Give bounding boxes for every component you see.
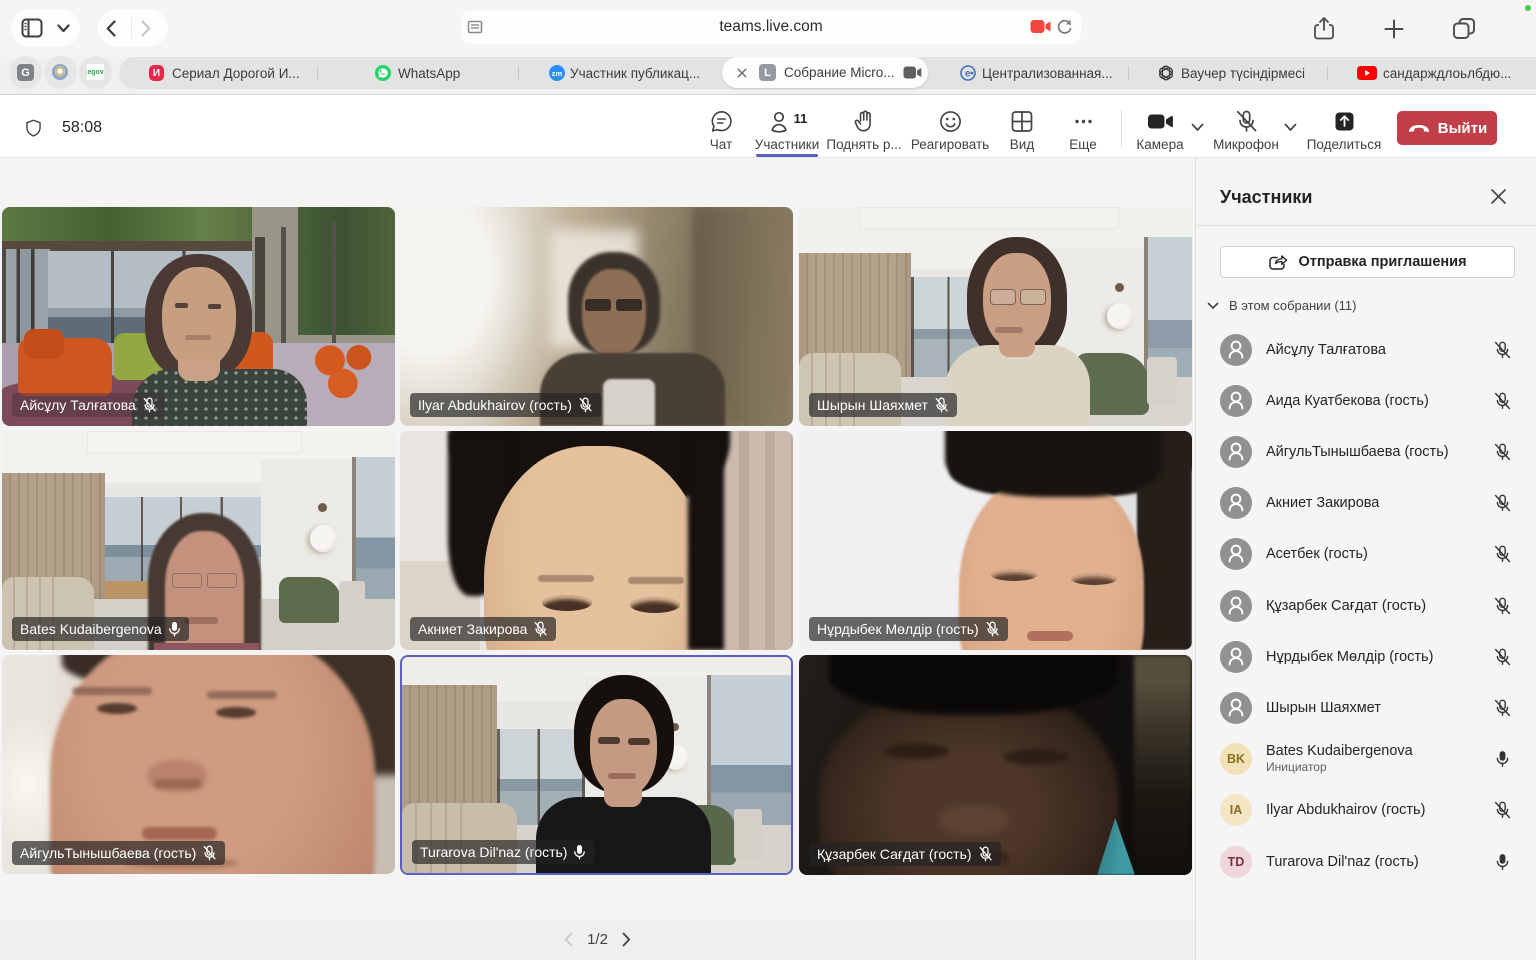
svg-text:e: e: [965, 69, 971, 80]
